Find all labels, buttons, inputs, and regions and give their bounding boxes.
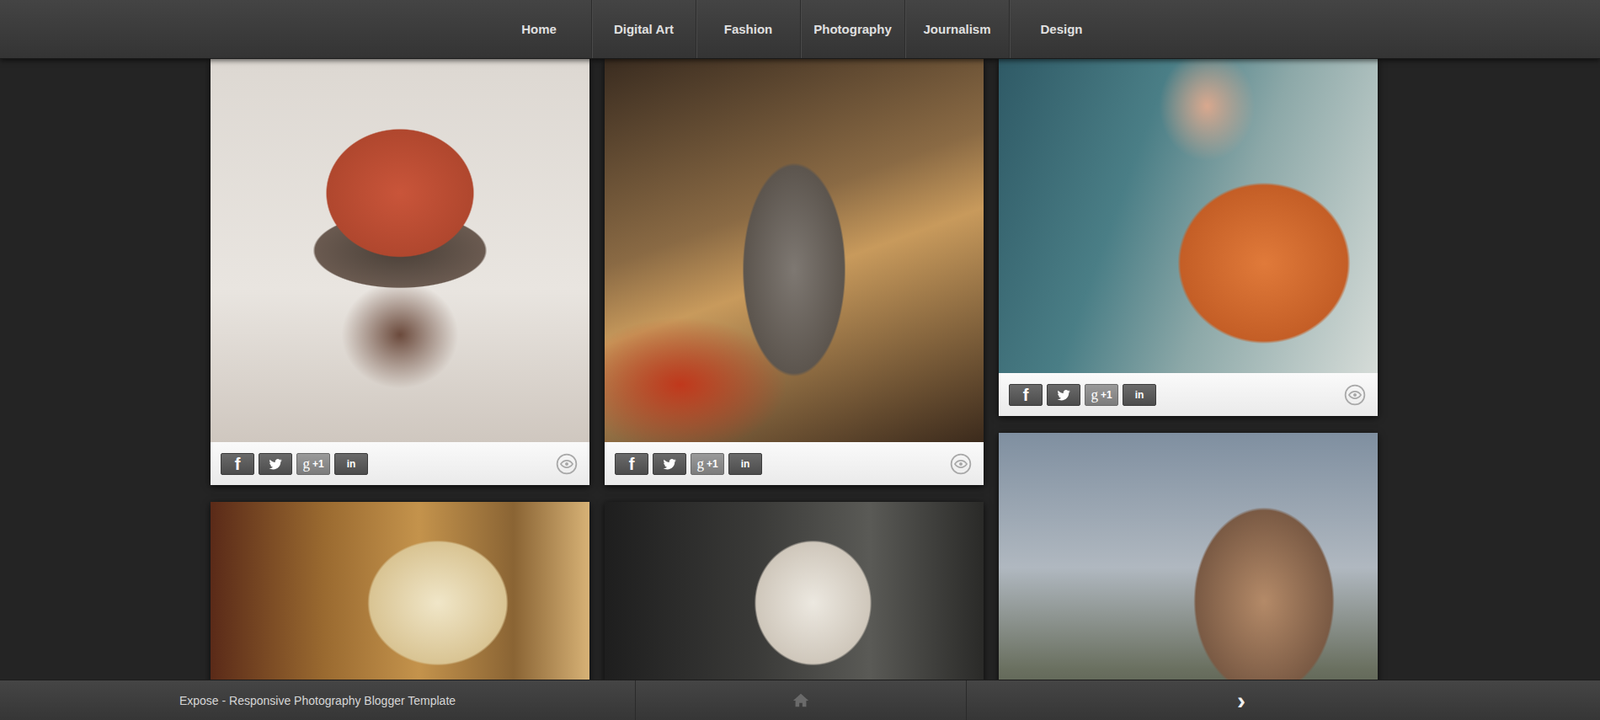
view-eye-icon[interactable] [555, 453, 578, 475]
footer-title[interactable]: Expose - Responsive Photography Blogger … [179, 693, 456, 708]
post-photo[interactable] [604, 58, 984, 443]
linkedin-button[interactable]: in [728, 453, 763, 475]
linkedin-button[interactable]: in [334, 453, 368, 475]
twitter-button[interactable] [1046, 384, 1081, 406]
footer-bar: Expose - Responsive Photography Blogger … [0, 679, 1600, 720]
twitter-bird-icon [1056, 387, 1072, 403]
share-label: in [741, 458, 751, 470]
nav-item[interactable]: Fashion [695, 0, 800, 59]
share-glyph: g [302, 456, 310, 471]
post-grid: fg+1infg+1infg+1in [0, 58, 1600, 720]
grid-column: f g+1 in [210, 58, 590, 720]
twitter-bird-icon [267, 456, 283, 472]
post-card: f g+1 in [210, 58, 590, 486]
share-bar: f g+1 in [998, 373, 1378, 416]
facebook-button[interactable]: f [220, 453, 255, 475]
share-label: +1 [312, 458, 325, 470]
nav-item[interactable]: Photography [800, 0, 905, 59]
grid-column: f g+1 in [998, 58, 1378, 720]
post-photo[interactable] [998, 58, 1378, 374]
share-label: +1 [706, 458, 719, 470]
post-card: f g+1 in [604, 58, 984, 486]
grid-column: f g+1 in [604, 58, 984, 720]
view-eye-icon[interactable] [949, 453, 972, 475]
share-label: in [346, 458, 357, 470]
post-card [998, 432, 1378, 720]
gplus-button[interactable]: g+1 [1084, 384, 1119, 406]
share-glyph: g [1090, 387, 1099, 402]
page: HomeDigital ArtFashionPhotographyJournal… [0, 0, 1600, 720]
share-glyph: f [629, 455, 635, 473]
footer-home-section [635, 680, 967, 720]
post-photo[interactable] [998, 432, 1378, 720]
home-icon[interactable] [791, 691, 811, 710]
gplus-button[interactable]: g+1 [690, 453, 725, 475]
nav-item[interactable]: Digital Art [591, 0, 696, 59]
post-photo[interactable] [210, 58, 590, 443]
facebook-button[interactable]: f [1008, 384, 1043, 406]
twitter-button[interactable] [258, 453, 293, 475]
next-arrow[interactable]: › [1237, 688, 1246, 714]
share-label: +1 [1100, 389, 1113, 400]
gplus-button[interactable]: g+1 [296, 453, 331, 475]
twitter-bird-icon [661, 456, 678, 472]
post-card: f g+1 in [998, 58, 1378, 416]
nav-item[interactable]: Home [486, 0, 592, 59]
share-glyph: f [234, 455, 241, 473]
nav-item[interactable]: Journalism [904, 0, 1009, 59]
share-glyph: g [696, 456, 704, 471]
linkedin-button[interactable]: in [1122, 384, 1157, 406]
footer-title-section: Expose - Responsive Photography Blogger … [0, 680, 636, 720]
view-eye-icon[interactable] [1344, 384, 1366, 406]
top-nav: HomeDigital ArtFashionPhotographyJournal… [0, 0, 1600, 59]
share-label: in [1135, 389, 1145, 400]
facebook-button[interactable]: f [614, 453, 649, 475]
footer-next-section: › [966, 680, 1600, 720]
share-bar: f g+1 in [604, 442, 984, 486]
share-glyph: f [1023, 386, 1030, 404]
nav-item[interactable]: Design [1008, 0, 1114, 59]
twitter-button[interactable] [652, 453, 687, 475]
share-bar: f g+1 in [210, 442, 590, 486]
